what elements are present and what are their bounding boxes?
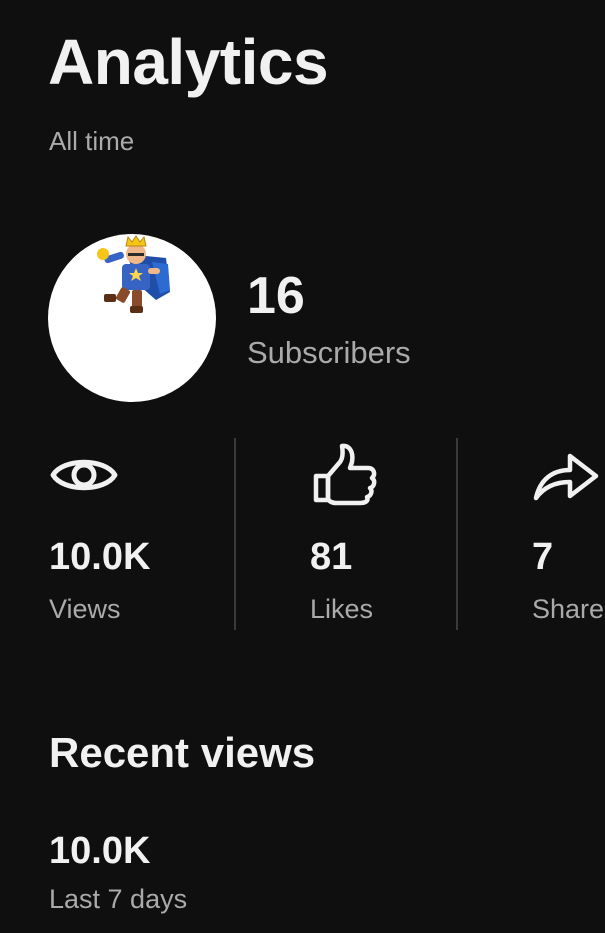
recent-views-label: Last 7 days xyxy=(49,884,188,914)
divider xyxy=(234,438,236,630)
section-title: Recent views xyxy=(49,729,316,776)
eye-icon xyxy=(50,459,118,491)
divider xyxy=(456,438,458,630)
subscriber-count: 16 xyxy=(247,267,305,325)
share-icon xyxy=(533,453,599,501)
period-label: All time xyxy=(49,126,135,156)
avatar[interactable] xyxy=(48,234,216,402)
views-value: 10.0K xyxy=(49,536,151,578)
shares-value: 7 xyxy=(532,536,554,578)
thumbs-up-icon xyxy=(313,443,377,506)
king-mascot-avatar-icon xyxy=(97,235,170,313)
page-title: Analytics xyxy=(48,26,329,98)
subscriber-label: Subscribers xyxy=(247,335,411,370)
views-label: Views xyxy=(49,594,121,624)
likes-value: 81 xyxy=(310,536,353,578)
likes-label: Likes xyxy=(310,594,374,624)
shares-label: Shares xyxy=(532,594,605,624)
recent-views-value: 10.0K xyxy=(49,830,151,872)
